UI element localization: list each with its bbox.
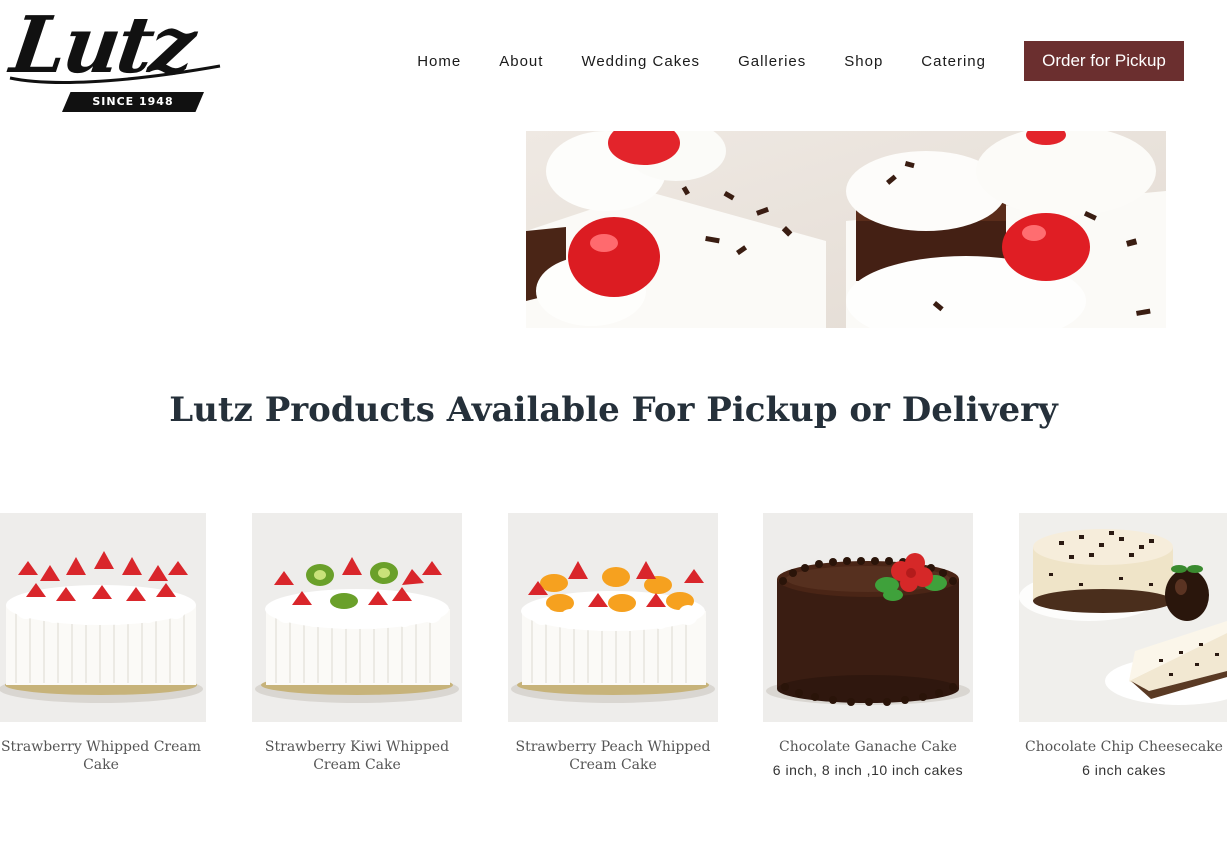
product-card[interactable]: Chocolate Chip Cheesecake 6 inch cakes [1019, 513, 1227, 778]
order-for-pickup-button[interactable]: Order for Pickup [1024, 41, 1184, 81]
product-image-chocolate-chip-cheesecake[interactable] [1019, 513, 1227, 722]
logo-since: SINCE 1948 [62, 92, 204, 112]
nav-galleries[interactable]: Galleries [738, 53, 806, 70]
nav-wedding-cakes[interactable]: Wedding Cakes [581, 53, 700, 70]
product-card[interactable]: Strawberry Peach Whipped Cream Cake [508, 513, 718, 780]
product-card[interactable]: Chocolate Ganache Cake 6 inch, 8 inch ,1… [763, 513, 973, 778]
hero-image [526, 131, 1166, 328]
main-navigation: Home About Wedding Cakes Galleries Shop … [417, 41, 1184, 81]
section-title: Lutz Products Available For Pickup or De… [0, 390, 1227, 430]
section-title-rest: Available For Pickup or Delivery [434, 390, 1058, 430]
section-title-bold: Lutz Products [169, 390, 435, 430]
product-image-strawberry-peach-whipped-cream-cake[interactable] [508, 513, 718, 722]
nav-about[interactable]: About [499, 53, 543, 70]
product-sizes: 6 inch, 8 inch ,10 inch cakes [772, 762, 964, 778]
product-name[interactable]: Strawberry Peach Whipped Cream Cake [508, 738, 718, 774]
product-name[interactable]: Strawberry Whipped Cream Cake [0, 738, 206, 774]
nav-shop[interactable]: Shop [844, 53, 883, 70]
product-image-strawberry-whipped-cream-cake[interactable] [0, 513, 206, 722]
product-card[interactable]: Strawberry Whipped Cream Cake [0, 513, 206, 780]
product-sizes: 6 inch cakes [1082, 762, 1166, 778]
product-image-chocolate-ganache-cake[interactable] [763, 513, 973, 722]
nav-catering[interactable]: Catering [921, 53, 986, 70]
lutz-logo[interactable]: Lutz SINCE 1948 [6, 0, 222, 112]
logo-swoosh-icon [9, 64, 221, 84]
product-name[interactable]: Chocolate Ganache Cake [763, 738, 973, 756]
product-card[interactable]: Strawberry Kiwi Whipped Cream Cake [252, 513, 462, 780]
product-name[interactable]: Strawberry Kiwi Whipped Cream Cake [252, 738, 462, 774]
product-name[interactable]: Chocolate Chip Cheesecake [1019, 738, 1227, 756]
nav-home[interactable]: Home [417, 53, 461, 70]
product-image-strawberry-kiwi-whipped-cream-cake[interactable] [252, 513, 462, 722]
